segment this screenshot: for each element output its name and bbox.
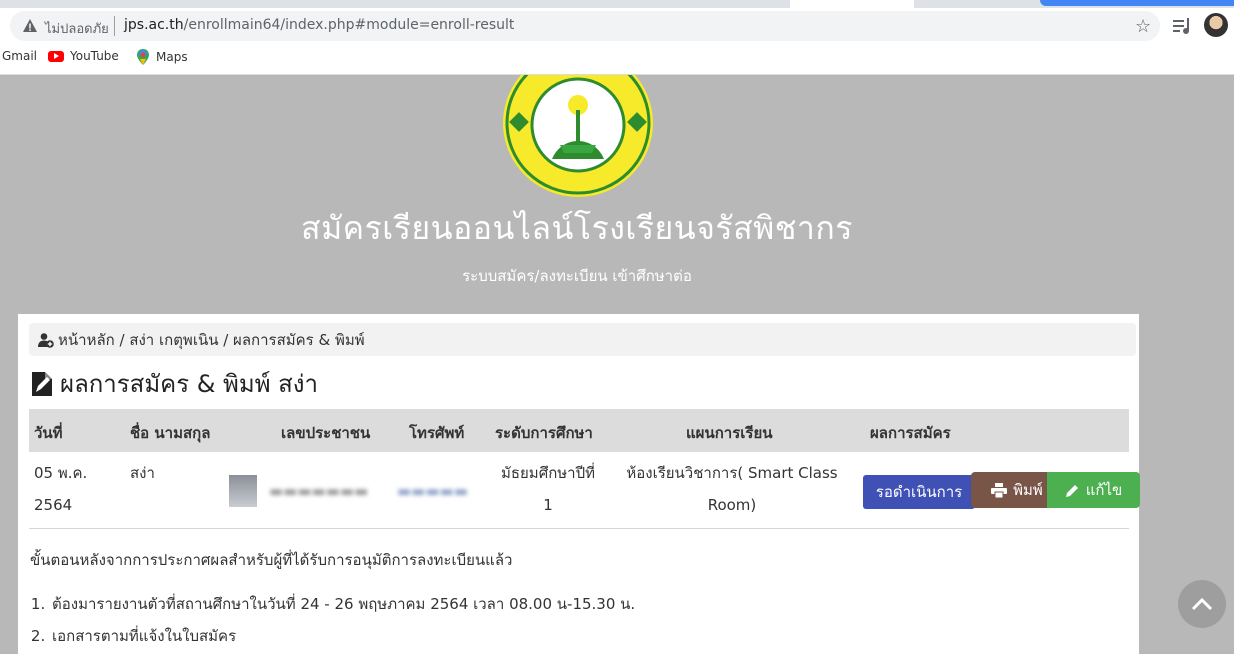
edit-button[interactable]: แก้ไข: [1047, 472, 1140, 508]
hero-subtitle: ระบบสมัคร/ลงทะเบียน เข้าศึกษาต่อ: [462, 267, 692, 285]
column-header: แผนการเรียน: [686, 424, 773, 442]
plan-line: ห้องเรียนวิชาการ( Smart Class: [626, 464, 838, 482]
url-path: /enrollmain64/index.php#module=enroll-re…: [183, 17, 515, 33]
star-icon[interactable]: ☆: [1135, 16, 1151, 37]
bookmarks-bar: Gmail YouTube Maps: [0, 44, 1234, 75]
steps-intro: ขั้นตอนหลังจากการประกาศผลสำหรับผู้ที่ได้…: [30, 551, 513, 569]
url-separator: [114, 16, 115, 36]
active-tab[interactable]: [790, 0, 914, 8]
table-row: 05 พ.ค. 2564 สง่า ▬▬▬▬▬▬▬ ▬▬▬▬▬ มัธยมศึก…: [29, 452, 1140, 529]
date-line: 2564: [34, 496, 73, 514]
hero-title: สมัครเรียนออนไลน์โรงเรียนจรัสพิชากร: [301, 209, 853, 247]
list-item: เอกสารตามที่แจ้งในใบสมัคร: [50, 620, 635, 652]
section-title-text: ผลการสมัคร & พิมพ์ สง่า: [60, 370, 318, 398]
level-cell: มัธยมศึกษาปีที่ 1: [495, 457, 601, 521]
column-header: ผลการสมัคร: [870, 424, 951, 442]
media-control-icon[interactable]: [1172, 17, 1192, 35]
column-header: เลขประชาชน: [281, 424, 371, 442]
level-line: มัธยมศึกษาปีที่: [500, 464, 596, 482]
bookmark-gmail[interactable]: Gmail: [2, 49, 37, 63]
bookmark-label: Gmail: [2, 49, 38, 63]
column-header: ระดับการศึกษา: [495, 424, 593, 442]
table-header: วันที่ ชื่อ นามสกุล เลขประชาชน โทรศัพท์ …: [29, 409, 1129, 452]
print-icon: [991, 482, 1008, 498]
bookmark-label: Maps: [156, 50, 188, 64]
school-logo: [503, 75, 653, 197]
browser-tabstrip: [0, 0, 1234, 8]
bookmark-maps[interactable]: Maps: [136, 49, 188, 65]
column-header: โทรศัพท์: [409, 424, 465, 442]
student-photo: [229, 475, 257, 507]
youtube-icon: [48, 50, 64, 62]
chevron-up-icon: [1191, 597, 1213, 611]
browser-toolbar: ไม่ปลอดภัย jps.ac.th/enrollmain64/index.…: [0, 8, 1234, 44]
tab-group-indicator[interactable]: [1040, 0, 1234, 6]
plan-line: Room): [707, 496, 757, 514]
column-header: ชื่อ นามสกุล: [130, 424, 211, 442]
bookmark-label: YouTube: [70, 49, 119, 63]
scroll-to-top-button[interactable]: [1178, 580, 1226, 628]
url-host: jps.ac.th: [124, 17, 184, 33]
maps-icon: [137, 49, 149, 65]
url-text[interactable]: jps.ac.th/enrollmain64/index.php#module=…: [124, 17, 514, 33]
plan-cell: ห้องเรียนวิชาการ( Smart Class Room): [625, 457, 839, 521]
warning-icon[interactable]: [22, 18, 38, 34]
section-title: ผลการสมัคร & พิมพ์ สง่า: [30, 364, 318, 403]
user-plus-icon: [38, 332, 54, 348]
address-bar[interactable]: ไม่ปลอดภัย jps.ac.th/enrollmain64/index.…: [10, 11, 1160, 41]
list-item: ต้องมารายงานตัวที่สถานศึกษาในวันที่ 24 -…: [50, 588, 635, 620]
edit-label: แก้ไข: [1085, 481, 1123, 499]
bookmark-youtube[interactable]: YouTube: [48, 49, 119, 63]
status-label: รอดำเนินการ: [875, 483, 963, 501]
date-cell: 05 พ.ค. 2564: [34, 457, 87, 521]
profile-avatar[interactable]: [1204, 13, 1228, 37]
date-line: 05 พ.ค.: [34, 464, 88, 482]
post-result-steps: ขั้นตอนหลังจากการประกาศผลสำหรับผู้ที่ได้…: [30, 548, 635, 652]
steps-list: ต้องมารายงานตัวที่สถานศึกษาในวันที่ 24 -…: [30, 588, 635, 652]
result-card: หน้าหลัก / สง่า เกตุพเนิน / ผลการสมัคร &…: [18, 314, 1140, 654]
not-secure-label[interactable]: ไม่ปลอดภัย: [45, 18, 109, 39]
redacted-id: ▬▬▬▬▬▬▬: [269, 482, 369, 500]
name-text: สง่า: [130, 464, 155, 482]
breadcrumb-text[interactable]: หน้าหลัก / สง่า เกตุพเนิน / ผลการสมัคร &…: [58, 328, 365, 352]
pencil-icon: [1065, 484, 1078, 497]
column-header: วันที่: [34, 424, 63, 442]
level-line: 1: [543, 496, 553, 514]
redacted-phone: ▬▬▬▬▬: [397, 482, 468, 500]
status-badge-pending[interactable]: รอดำเนินการ: [863, 475, 975, 509]
print-label: พิมพ์: [1013, 481, 1043, 499]
breadcrumb: หน้าหลัก / สง่า เกตุพเนิน / ผลการสมัคร &…: [29, 323, 1136, 356]
name-cell: สง่า: [130, 457, 155, 489]
document-edit-icon: [32, 371, 52, 396]
